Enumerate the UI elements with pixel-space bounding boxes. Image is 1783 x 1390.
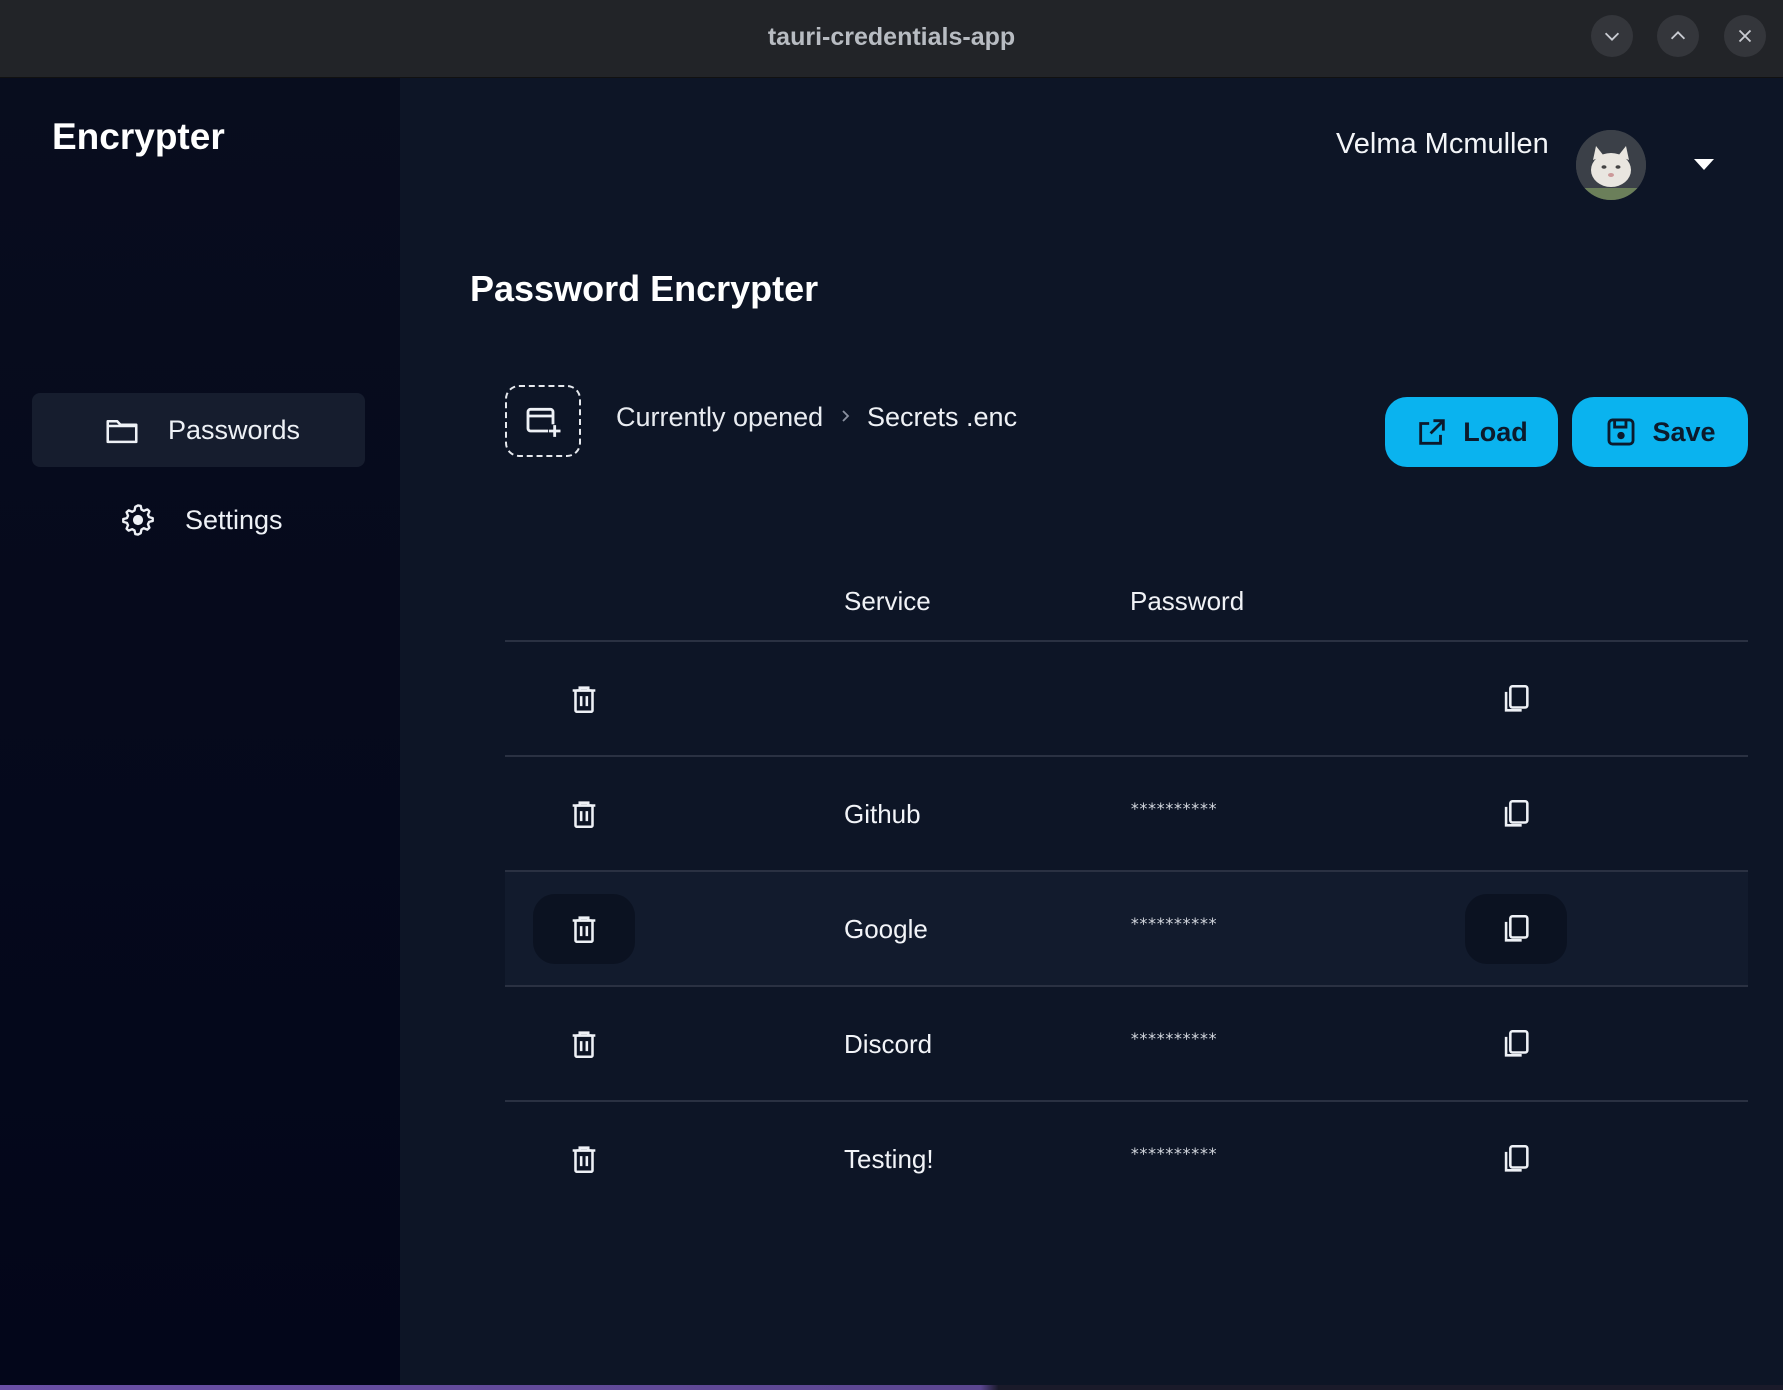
chevron-right-icon — [842, 410, 850, 422]
page-title: Password Encrypter — [470, 268, 819, 309]
new-file-button[interactable] — [505, 385, 581, 457]
gear-icon — [118, 500, 158, 540]
chevron-down-icon — [1604, 32, 1620, 41]
add-window-icon — [526, 407, 562, 438]
external-link-icon — [1419, 419, 1445, 445]
table-row: Google ********** — [505, 872, 1748, 986]
copy-button[interactable] — [1465, 664, 1567, 734]
user-name[interactable]: Velma Mcmullen — [1336, 128, 1549, 161]
password-cell: ********** — [1130, 1144, 1217, 1163]
trash-icon — [572, 686, 596, 714]
service-cell: Github — [844, 799, 921, 829]
save-button-label: Save — [1652, 416, 1716, 447]
window-titlebar: tauri-credentials-app — [0, 0, 1783, 78]
folder-icon — [102, 410, 142, 450]
copy-button[interactable] — [1465, 779, 1567, 849]
table-row — [505, 642, 1748, 756]
table-row: Testing! ********** — [505, 1102, 1748, 1216]
load-button[interactable]: Load — [1385, 397, 1558, 467]
table-row: Github ********** — [505, 757, 1748, 871]
copy-icon — [1504, 684, 1529, 712]
sidebar — [0, 78, 400, 1390]
window-bottom-edge — [0, 1385, 1783, 1390]
floppy-disk-icon — [1608, 418, 1635, 446]
delete-button[interactable] — [533, 779, 635, 849]
app-brand: Encrypter — [52, 116, 225, 157]
delete-button[interactable] — [533, 664, 635, 734]
close-icon — [1738, 29, 1752, 43]
service-cell: Testing! — [844, 1144, 934, 1174]
sidebar-item-settings[interactable]: Settings — [32, 483, 365, 557]
copy-icon — [1504, 1144, 1529, 1172]
delete-button[interactable] — [533, 894, 635, 964]
table-row: Discord ********** — [505, 987, 1748, 1101]
load-button-label: Load — [1463, 416, 1528, 447]
minimize-button[interactable] — [1591, 15, 1633, 57]
trash-icon — [572, 916, 596, 944]
service-cell: Google — [844, 914, 928, 944]
trash-icon — [572, 801, 596, 829]
close-window-button[interactable] — [1724, 15, 1766, 57]
copy-icon — [1504, 799, 1529, 827]
trash-icon — [572, 1146, 596, 1174]
copy-icon — [1504, 1029, 1529, 1057]
trash-icon — [572, 1031, 596, 1059]
delete-button[interactable] — [533, 1009, 635, 1079]
breadcrumb-label: Currently opened — [616, 402, 824, 432]
copy-button[interactable] — [1465, 1009, 1567, 1079]
avatar[interactable] — [1576, 130, 1646, 200]
delete-button[interactable] — [533, 1124, 635, 1194]
copy-icon — [1504, 914, 1529, 942]
password-cell: ********** — [1130, 799, 1217, 818]
service-cell: Discord — [844, 1029, 933, 1059]
maximize-button[interactable] — [1657, 15, 1699, 57]
chevron-up-icon — [1670, 31, 1686, 40]
password-cell: ********** — [1130, 1029, 1217, 1048]
user-menu-dropdown[interactable] — [1694, 159, 1714, 170]
column-header-password: Password — [1130, 586, 1245, 616]
breadcrumb-file: Secrets .enc — [867, 402, 1018, 432]
save-button[interactable]: Save — [1572, 397, 1748, 467]
password-cell: ********** — [1130, 914, 1217, 933]
window-title: tauri-credentials-app — [767, 23, 1016, 51]
sidebar-item-passwords[interactable]: Passwords — [32, 393, 365, 467]
sidebar-item-label: Passwords — [168, 414, 301, 445]
sidebar-item-label: Settings — [185, 504, 283, 535]
copy-button[interactable] — [1465, 894, 1567, 964]
column-header-service: Service — [844, 586, 931, 616]
copy-button[interactable] — [1465, 1124, 1567, 1194]
